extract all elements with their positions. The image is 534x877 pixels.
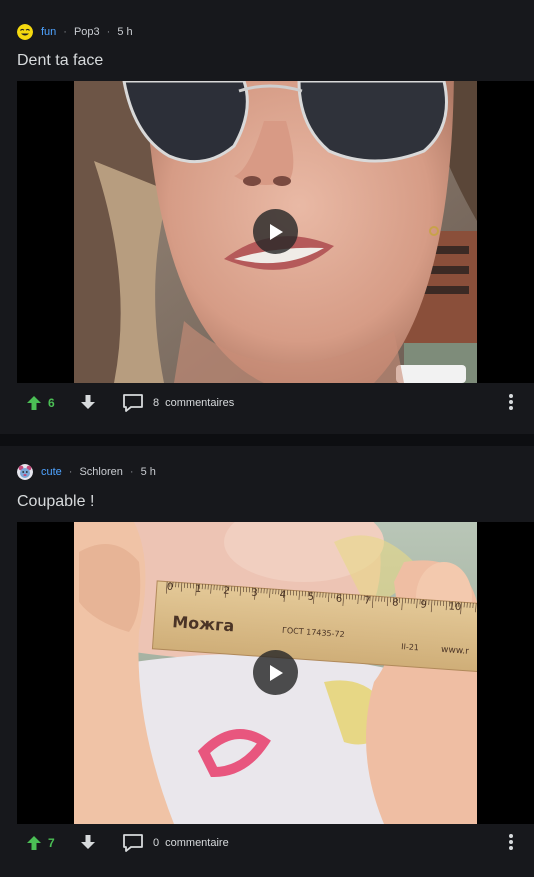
video-player[interactable]: [17, 81, 534, 383]
comment-count: 8: [153, 397, 160, 409]
post-age: 5 h: [140, 466, 156, 478]
arrow-down-icon: [81, 394, 95, 409]
kebab-menu-icon: [509, 833, 513, 850]
post-card[interactable]: fun · Pop3 · 5 h Dent ta face 6 8 commen…: [0, 0, 534, 434]
upvote-button[interactable]: 6: [26, 395, 55, 411]
post-title[interactable]: Coupable !: [17, 493, 94, 511]
ruler-brand: Можга: [171, 612, 235, 636]
more-options-button[interactable]: [505, 833, 517, 854]
post-title[interactable]: Dent ta face: [17, 52, 103, 70]
video-player[interactable]: 01234567891011 Можга ГОСТ 17435-72 II-21…: [17, 522, 534, 824]
post-age: 5 h: [117, 26, 133, 38]
post-meta: cute · Schloren · 5 h: [17, 463, 156, 481]
arrow-down-icon: [81, 834, 95, 849]
comment-icon: [123, 394, 143, 412]
arrow-up-icon: [27, 836, 41, 850]
comments-button[interactable]: 0 commentaire: [122, 833, 229, 853]
kebab-menu-icon: [509, 393, 513, 410]
upvote-button[interactable]: 7: [26, 835, 55, 851]
comment-icon: [123, 834, 143, 852]
ruler-standard: ГОСТ 17435-72: [281, 625, 345, 640]
play-button[interactable]: [253, 209, 298, 254]
comments-button[interactable]: 8 commentaires: [122, 393, 234, 413]
ruler-code: II-21: [400, 642, 420, 653]
more-options-button[interactable]: [505, 393, 517, 414]
author-name[interactable]: Schloren: [79, 466, 122, 478]
upvote-count: 7: [48, 836, 55, 850]
post-meta: fun · Pop3 · 5 h: [17, 23, 133, 41]
comment-label: commentaire: [165, 837, 229, 849]
play-icon: [269, 664, 283, 681]
smiley-face-icon: [17, 24, 33, 40]
subreddit-link[interactable]: cute: [41, 466, 62, 478]
arrow-up-icon: [27, 396, 41, 410]
downvote-button[interactable]: [80, 394, 96, 413]
post-actions: 7 0 commentaire: [0, 825, 534, 861]
upvote-count: 6: [48, 396, 55, 410]
downvote-button[interactable]: [80, 834, 96, 853]
comment-count: 0: [153, 837, 160, 849]
play-icon: [269, 223, 283, 240]
subreddit-link[interactable]: fun: [41, 26, 56, 38]
author-name[interactable]: Pop3: [74, 26, 100, 38]
ruler-site: www.r: [440, 644, 470, 657]
comment-label: commentaires: [165, 397, 235, 409]
post-divider: [0, 434, 534, 446]
play-button[interactable]: [253, 650, 298, 695]
post-actions: 6 8 commentaires: [0, 385, 534, 421]
post-card[interactable]: cute · Schloren · 5 h Coupable ! 0 1 2 3…: [0, 446, 534, 877]
bear-icon: [17, 464, 33, 480]
